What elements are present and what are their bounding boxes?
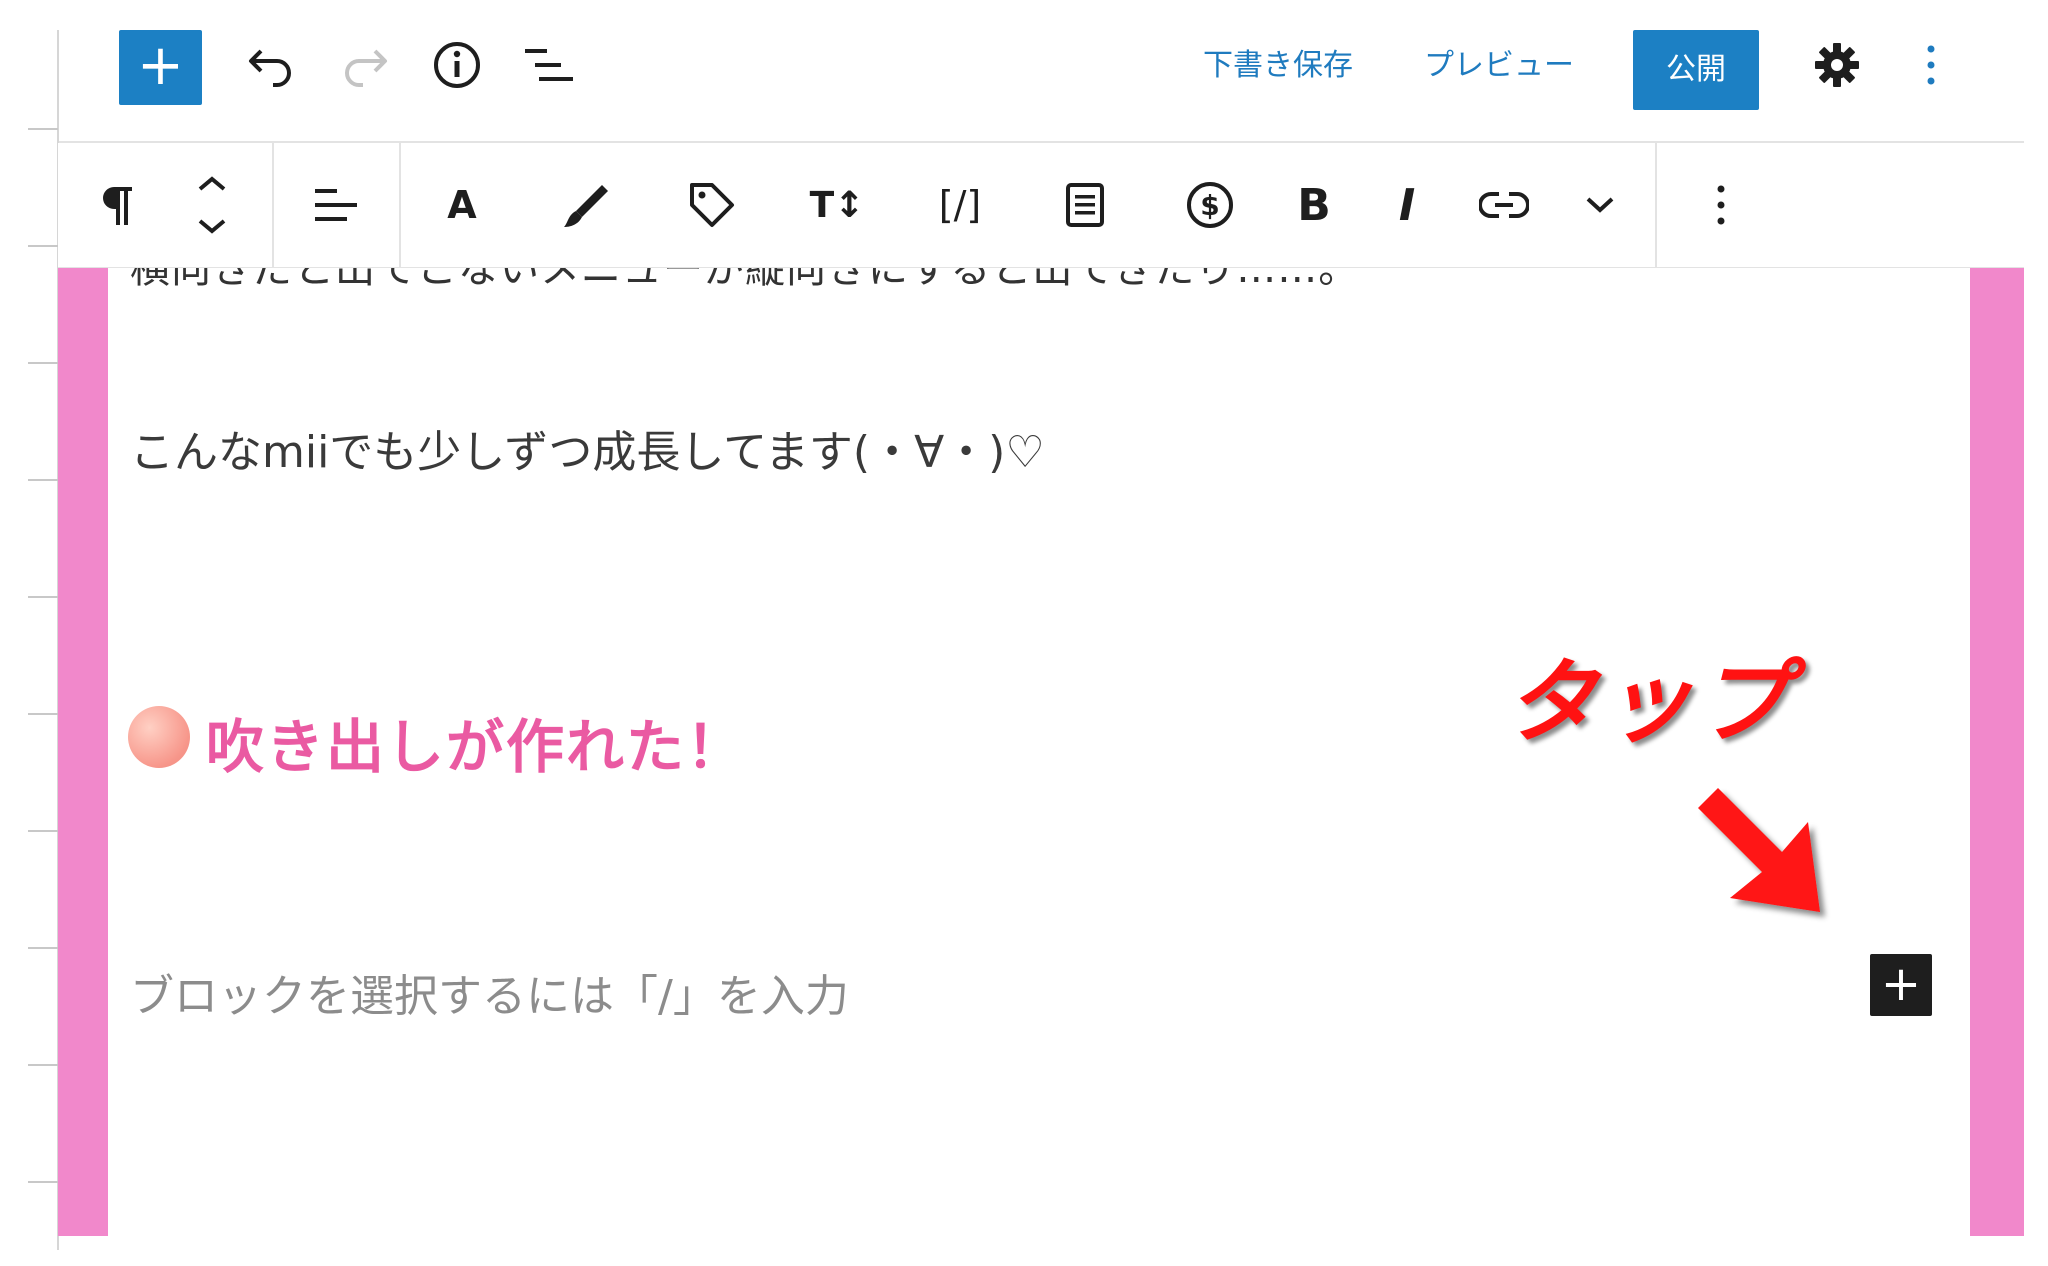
ruler-tick xyxy=(28,1181,58,1183)
dollar-icon[interactable]: $ xyxy=(1182,168,1238,242)
toolbar-divider xyxy=(1655,143,1657,267)
more-vertical-icon[interactable] xyxy=(1706,168,1736,242)
ruler-tick xyxy=(28,1064,58,1066)
empty-block-placeholder[interactable]: ブロックを選択するには「/」を入力 xyxy=(130,960,849,1024)
align-left-icon[interactable] xyxy=(308,168,364,242)
paragraph-block-partial[interactable]: 横向きだと出てこないメニューが縦向きにすると出てきたり……。 xyxy=(130,268,1359,294)
document-icon[interactable] xyxy=(1060,168,1110,242)
save-draft-button[interactable]: 下書き保存 xyxy=(1203,40,1353,84)
bold-button[interactable]: B xyxy=(1294,168,1334,242)
chevron-down-icon[interactable] xyxy=(1580,168,1620,242)
publish-button[interactable]: 公開 xyxy=(1633,30,1759,110)
svg-text:$: $ xyxy=(1200,189,1219,222)
toolbar-divider xyxy=(272,143,274,267)
tag-icon[interactable] xyxy=(686,168,738,242)
info-icon[interactable] xyxy=(424,30,490,100)
font-size-button[interactable]: T↕ xyxy=(810,168,865,242)
move-up-down-icon[interactable] xyxy=(186,168,238,242)
text-color-button[interactable]: A xyxy=(442,168,482,242)
highlighter-icon[interactable] xyxy=(560,168,612,242)
add-block-button[interactable]: + xyxy=(119,30,202,105)
ruler-tick xyxy=(28,479,58,481)
toolbar-divider xyxy=(399,143,401,267)
more-options-icon[interactable] xyxy=(1898,30,1964,100)
tap-annotation-label: タップ xyxy=(1505,649,1794,756)
ruler-tick xyxy=(28,830,58,832)
ruler-tick xyxy=(28,596,58,598)
gear-icon[interactable] xyxy=(1804,30,1870,100)
undo-icon[interactable] xyxy=(238,30,304,100)
list-view-icon[interactable] xyxy=(516,30,582,100)
ruler-tick xyxy=(28,245,58,247)
italic-button[interactable]: I xyxy=(1392,168,1422,242)
redo-icon[interactable] xyxy=(332,30,398,100)
ruler-tick xyxy=(28,713,58,715)
heading-block[interactable]: 吹き出しが作れた！ xyxy=(206,700,746,784)
inline-add-block-button[interactable]: + xyxy=(1870,954,1932,1016)
arrow-down-right-icon xyxy=(1698,788,1820,912)
pink-border-right xyxy=(1970,268,2024,1236)
ruler-tick xyxy=(28,128,58,130)
shortcode-button[interactable]: [/] xyxy=(932,168,988,242)
preview-button[interactable]: プレビュー xyxy=(1424,40,1574,84)
paragraph-block[interactable]: こんなmiiでも少しずつ成長してます(・∀・)♡ xyxy=(130,416,1045,480)
heading-bullet-icon xyxy=(128,706,190,768)
pink-border-left xyxy=(58,268,108,1236)
ruler-tick xyxy=(28,362,58,364)
link-icon[interactable] xyxy=(1476,168,1532,242)
paragraph-icon[interactable] xyxy=(88,168,144,242)
ruler-tick xyxy=(28,947,58,949)
